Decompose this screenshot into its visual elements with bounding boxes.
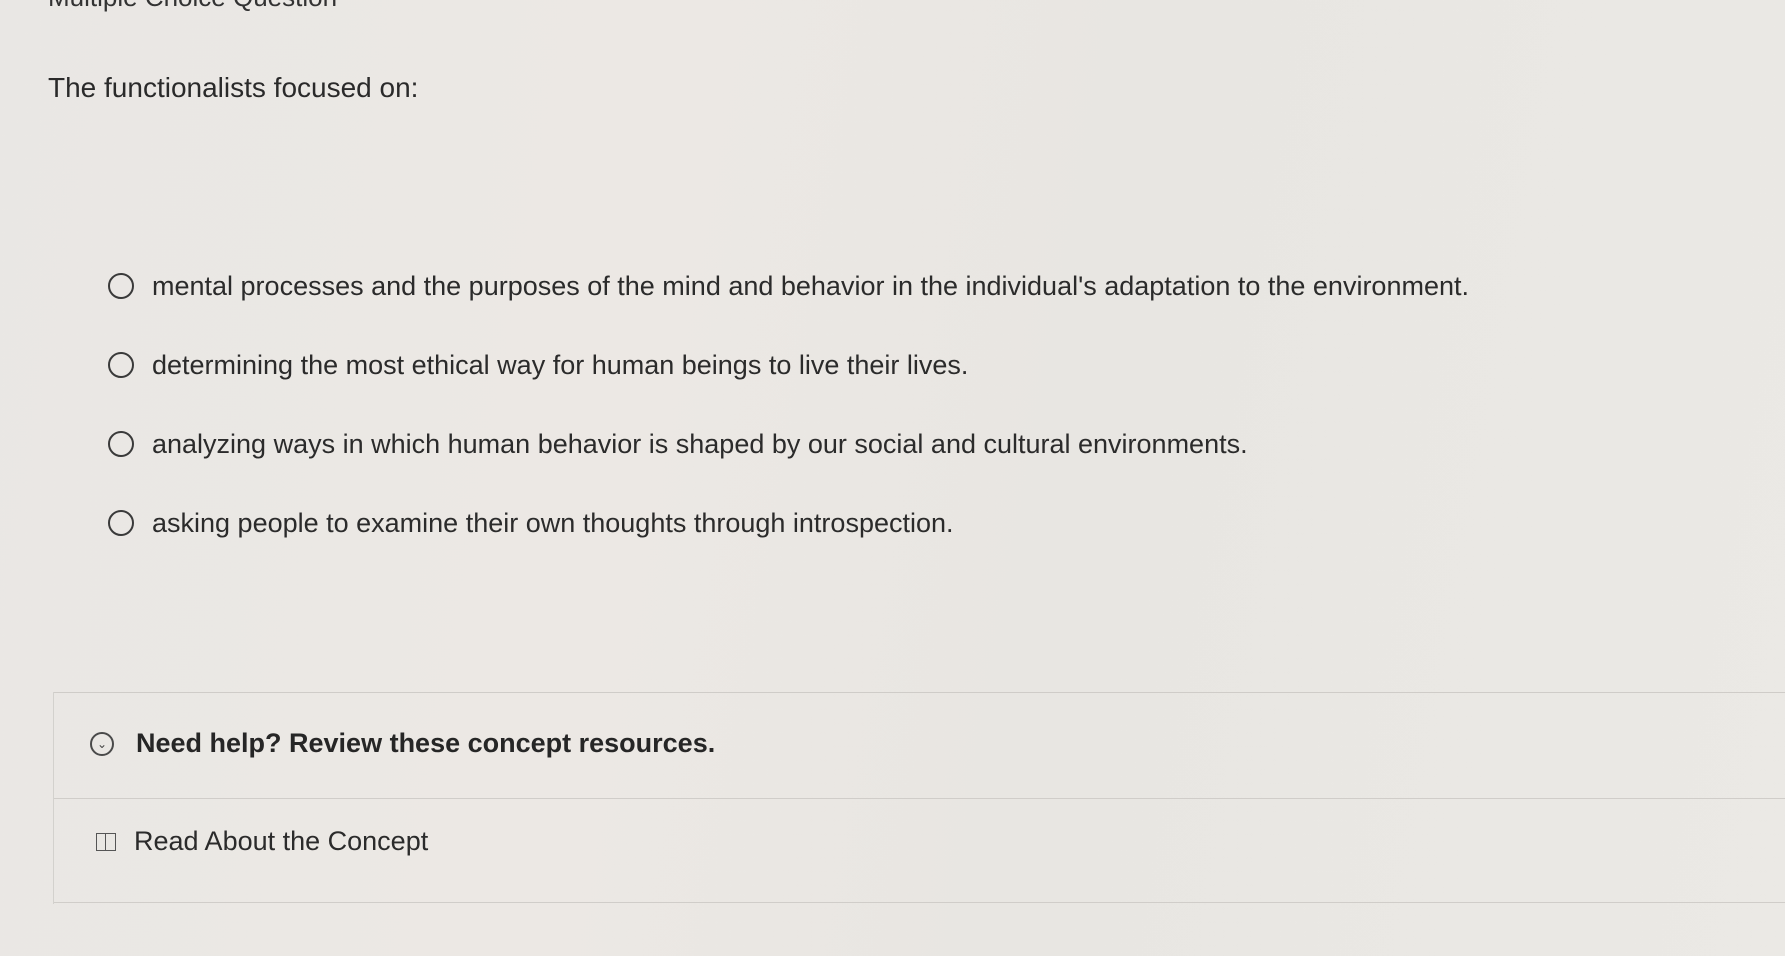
resource-label: Read About the Concept — [134, 826, 429, 856]
chevron-down-circle-icon[interactable]: ⌄ — [90, 731, 114, 756]
answer-option-label: determining the most ethical way for hum… — [152, 350, 969, 380]
answer-option-2[interactable]: determining the most ethical way for hum… — [108, 349, 1768, 428]
radio-button[interactable] — [108, 431, 134, 457]
read-about-concept-link[interactable]: Read About the Concept — [96, 826, 428, 857]
answer-option-label: analyzing ways in which human behavior i… — [152, 429, 1248, 459]
answer-option-4[interactable]: asking people to examine their own thoug… — [108, 507, 1768, 586]
book-icon — [96, 832, 116, 851]
answer-option-3[interactable]: analyzing ways in which human behavior i… — [108, 428, 1768, 507]
answer-options: mental processes and the purposes of the… — [108, 270, 1768, 586]
answer-option-label: asking people to examine their own thoug… — [152, 508, 954, 538]
radio-button[interactable] — [108, 273, 134, 299]
answer-option-label: mental processes and the purposes of the… — [152, 271, 1469, 301]
question-type-label: Multiple Choice Question — [48, 0, 337, 13]
radio-button[interactable] — [108, 510, 134, 536]
divider — [54, 902, 1785, 903]
help-toggle-button[interactable]: ⌄ Need help? Review these concept resour… — [90, 728, 715, 759]
answer-option-1[interactable]: mental processes and the purposes of the… — [108, 270, 1768, 349]
radio-button[interactable] — [108, 352, 134, 378]
help-title: Need help? Review these concept resource… — [136, 728, 716, 758]
divider — [54, 798, 1785, 799]
divider — [54, 692, 1785, 693]
help-panel: ⌄ Need help? Review these concept resour… — [53, 692, 1785, 904]
question-prompt: The functionalists focused on: — [48, 72, 419, 103]
